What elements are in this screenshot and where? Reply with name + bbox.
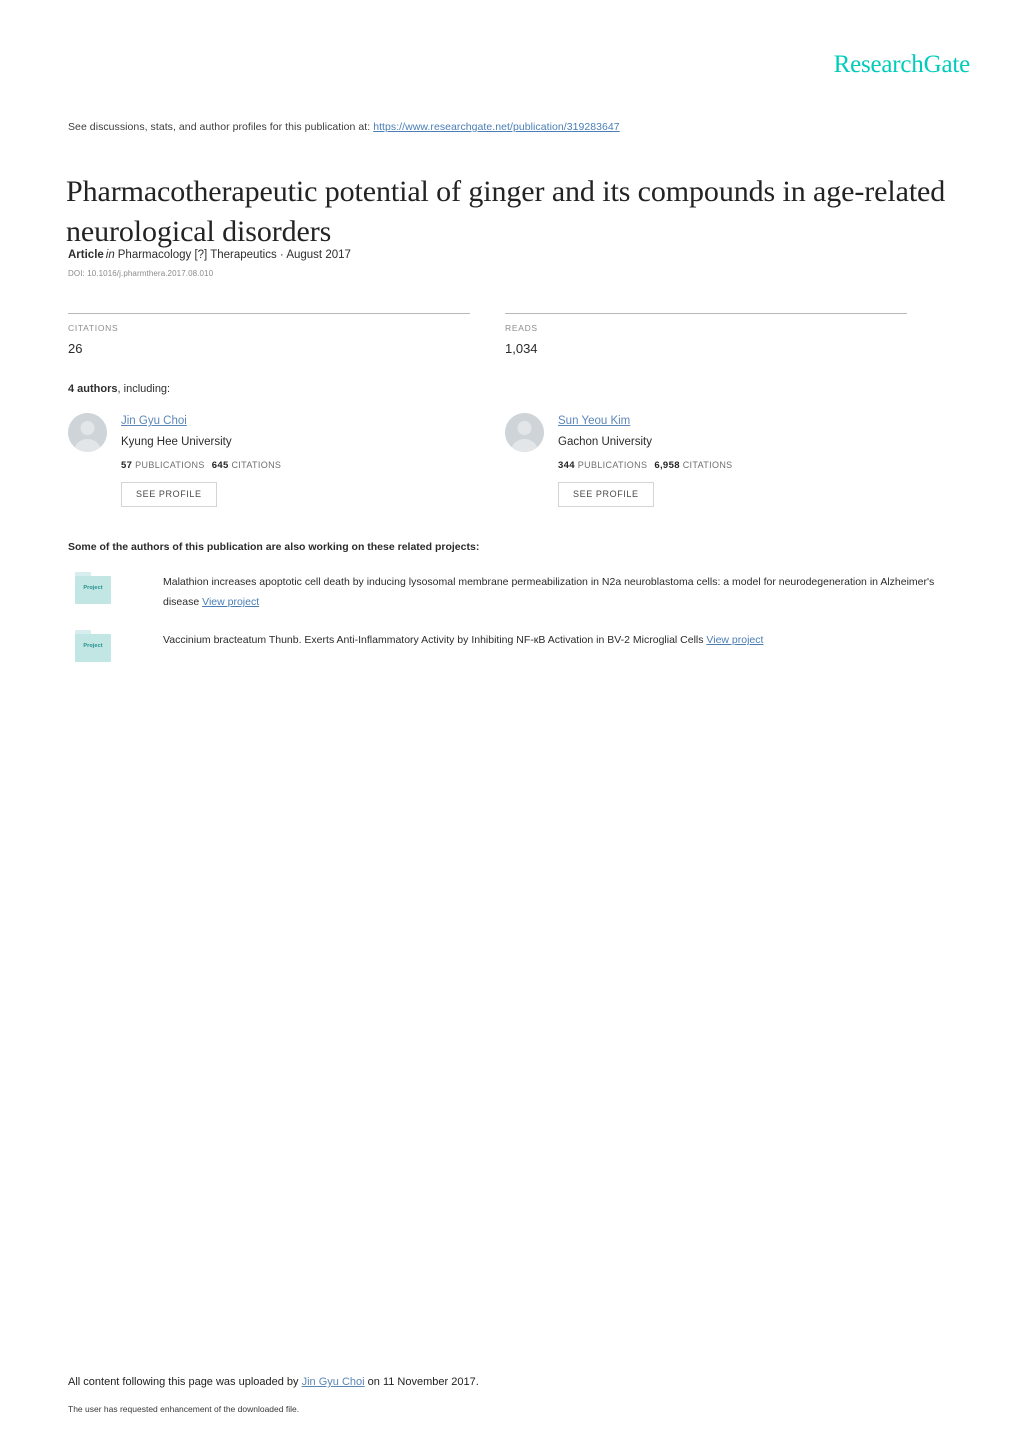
author-publications-label: PUBLICATIONS <box>135 459 205 470</box>
doi-value: 10.1016/j.pharmthera.2017.08.010 <box>87 269 214 278</box>
author-name-link[interactable]: Jin Gyu Choi <box>121 415 187 427</box>
author-affiliation: Gachon University <box>558 436 652 448</box>
divider-left <box>68 313 470 314</box>
article-meta-line: Article in Pharmacology [?] Therapeutics ·… <box>68 249 351 261</box>
project-row: Project Vaccinium bracteatum Thunb. Exer… <box>68 630 968 662</box>
see-profile-button[interactable]: SEE PROFILE <box>121 481 217 507</box>
citations-stat: CITATIONS 26 <box>68 323 118 356</box>
upload-info-line: All content following this page was uplo… <box>68 1376 479 1388</box>
journal-name: Pharmacology [?] Therapeutics <box>117 249 277 261</box>
project-folder-icon: Project <box>75 572 111 604</box>
date-separator: · <box>279 249 284 261</box>
reads-stat: READS 1,034 <box>505 323 538 356</box>
author-details: Sun Yeou Kim Gachon University 344 PUBLI… <box>558 411 925 507</box>
project-folder-icon: Project <box>75 630 111 662</box>
author-details: Jin Gyu Choi Kyung Hee University 57 PUB… <box>121 411 488 507</box>
author-affiliation: Kyung Hee University <box>121 436 232 448</box>
project-description: Vaccinium bracteatum Thunb. Exerts Anti-… <box>163 630 968 650</box>
authors-intro: 4 authors, including: <box>68 383 170 395</box>
author-citations-count: 6,958 <box>654 459 680 471</box>
uploader-name-link[interactable]: Jin Gyu Choi <box>302 1376 365 1388</box>
upload-suffix-text: on 11 November 2017. <box>367 1376 479 1388</box>
article-in-label: in <box>105 249 115 261</box>
user-avatar-icon <box>68 413 107 452</box>
reads-value: 1,034 <box>505 341 538 356</box>
author-publications-count: 344 <box>558 459 575 471</box>
project-description: Malathion increases apoptotic cell death… <box>163 572 968 613</box>
discussions-line: See discussions, stats, and author profi… <box>68 121 620 133</box>
author-citations-count: 645 <box>211 459 229 471</box>
authors-intro-suffix: , including: <box>117 383 171 395</box>
project-title: Vaccinium bracteatum Thunb. Exerts Anti-… <box>163 634 704 646</box>
project-title: Malathion increases apoptotic cell death… <box>163 576 935 609</box>
related-projects-intro: Some of the authors of this publication … <box>68 541 480 553</box>
doi-label: DOI: <box>68 269 85 278</box>
authors-count: 4 authors <box>68 383 118 395</box>
author-metrics: 344 PUBLICATIONS 6,958 CITATIONS <box>558 460 925 471</box>
view-project-link[interactable]: View project <box>706 634 763 646</box>
see-profile-button[interactable]: SEE PROFILE <box>558 481 654 507</box>
page-title: Pharmacotherapeutic potential of ginger … <box>66 175 946 248</box>
project-folder-icon-label: Project <box>83 643 103 649</box>
user-avatar-icon <box>505 413 544 452</box>
doi-line: DOI: 10.1016/j.pharmthera.2017.08.010 <box>68 269 213 278</box>
divider-right <box>505 313 907 314</box>
researchgate-logo: ResearchGate <box>833 51 971 78</box>
author-name-link[interactable]: Sun Yeou Kim <box>558 415 630 427</box>
citations-label: CITATIONS <box>68 323 119 333</box>
discussions-prefix-text: See discussions, stats, and author profi… <box>68 121 371 133</box>
author-card: Sun Yeou Kim Gachon University 344 PUBLI… <box>505 411 925 507</box>
view-project-link[interactable]: View project <box>202 596 259 608</box>
author-metrics: 57 PUBLICATIONS 645 CITATIONS <box>121 460 488 471</box>
author-card: Jin Gyu Choi Kyung Hee University 57 PUB… <box>68 411 488 507</box>
reads-label: READS <box>505 323 538 333</box>
author-publications-label: PUBLICATIONS <box>577 459 648 470</box>
upload-prefix-text: All content following this page was uplo… <box>68 1376 299 1388</box>
author-citations-label: CITATIONS <box>682 459 733 470</box>
author-publications-count: 57 <box>121 459 133 471</box>
publication-date: August 2017 <box>286 249 351 261</box>
citations-value: 26 <box>68 341 83 356</box>
project-folder-icon-label: Project <box>83 585 103 591</box>
article-type-label: Article <box>68 249 104 261</box>
researchgate-cover-page: ResearchGate See discussions, stats, and… <box>0 0 1020 1441</box>
publication-url-link[interactable]: https://www.researchgate.net/publication… <box>373 121 620 133</box>
enhancement-note: The user has requested enhancement of th… <box>68 1404 300 1414</box>
project-row: Project Malathion increases apoptotic ce… <box>68 572 968 613</box>
author-citations-label: CITATIONS <box>231 459 282 470</box>
